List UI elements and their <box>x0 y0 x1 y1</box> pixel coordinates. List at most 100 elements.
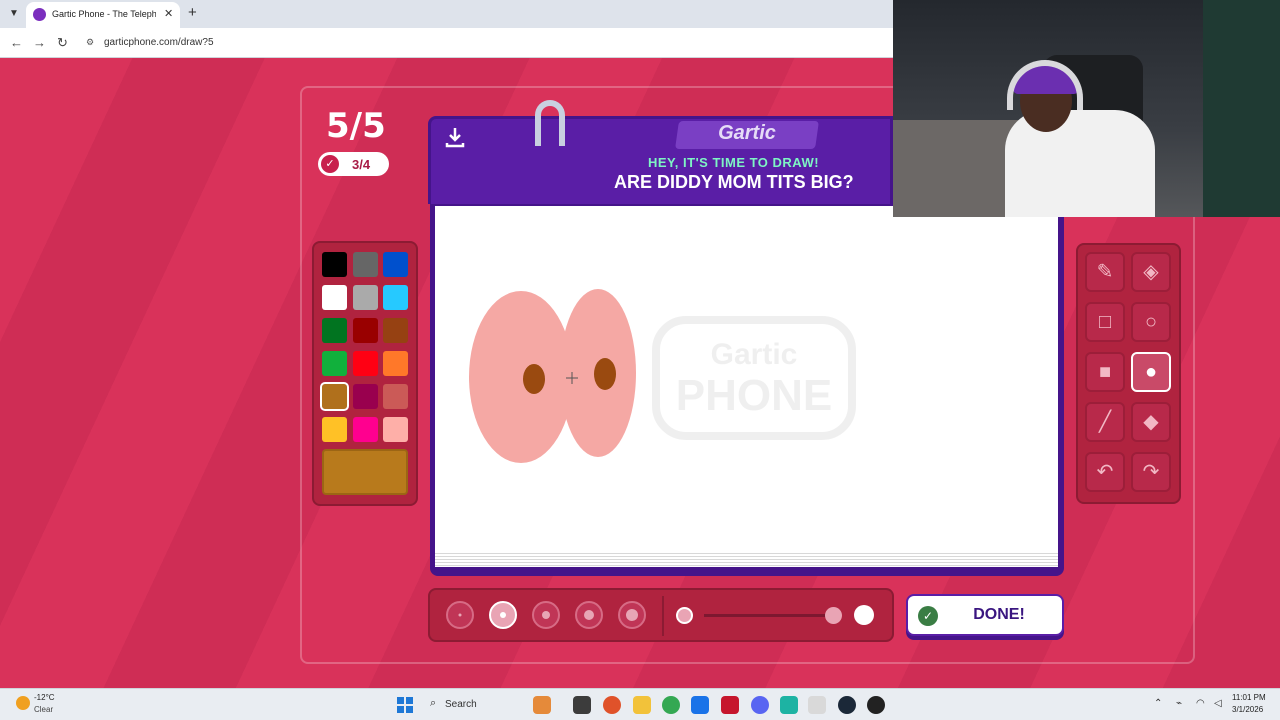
clock-time: 11:01 PM <box>1232 693 1266 702</box>
line-icon[interactable]: ╱ <box>1085 402 1125 442</box>
browser-tab[interactable]: Gartic Phone - The Telephone G ✕ <box>26 2 180 28</box>
site-info-icon[interactable]: ⚙ <box>86 37 94 48</box>
undo-icon[interactable]: ↶ <box>1085 452 1125 492</box>
chevron-down-icon[interactable]: ▼ <box>6 6 22 22</box>
steam-icon[interactable] <box>838 696 856 714</box>
chevron-up-icon[interactable]: ⌃ <box>1154 698 1162 709</box>
color-swatch[interactable] <box>352 318 378 343</box>
rectangle-outline-icon[interactable]: □ <box>1085 302 1125 342</box>
download-icon[interactable] <box>443 125 467 149</box>
tab-title: Gartic Phone - The Telephone G <box>52 9 156 19</box>
opacity-slider[interactable] <box>704 614 840 617</box>
clipboard-clip <box>535 100 565 146</box>
taskbar-app-icon[interactable] <box>780 696 798 714</box>
weather-desc: Clear <box>34 705 54 714</box>
taskbar-search[interactable]: ⌕ Search <box>422 694 522 716</box>
taskbar-app-icon[interactable] <box>691 696 709 714</box>
canvas-page-edge <box>435 551 1058 567</box>
windows-taskbar: -12°C Clear ⌕ Search ⌃ ⌁ ◠ ◁ 11:01 PM 3/… <box>0 688 1280 720</box>
color-swatch[interactable] <box>383 285 408 310</box>
taskbar-app-icon[interactable] <box>867 696 885 714</box>
brush-size-button[interactable] <box>532 601 560 629</box>
url-field[interactable]: garticphone.com/draw?5 <box>104 37 214 48</box>
current-color-preview[interactable] <box>322 449 408 495</box>
clock-date: 3/1/2026 <box>1232 705 1264 714</box>
brush-size-button[interactable] <box>489 601 517 629</box>
color-swatch[interactable] <box>322 285 347 310</box>
color-swatch[interactable] <box>322 417 347 442</box>
discord-icon[interactable] <box>751 696 769 714</box>
players-done-badge: ✓ 3/4 <box>318 152 389 176</box>
done-button[interactable]: ✓ DONE! <box>906 594 1064 636</box>
color-swatch[interactable] <box>383 318 408 343</box>
close-icon[interactable]: ✕ <box>164 7 173 20</box>
eraser-icon[interactable]: ◈ <box>1131 252 1171 292</box>
browser-tabstrip: ▼ Gartic Phone - The Telephone G ✕ + <box>0 0 893 28</box>
color-swatch[interactable] <box>352 384 378 409</box>
brush-size-button[interactable] <box>575 601 603 629</box>
opacity-high-icon <box>854 605 874 625</box>
drawn-left-shape <box>469 291 573 463</box>
bucket-fill-icon[interactable]: ◆ <box>1131 402 1171 442</box>
color-swatch[interactable] <box>322 252 347 277</box>
weather-icon[interactable] <box>16 696 30 710</box>
color-swatch[interactable] <box>352 417 378 442</box>
reload-icon[interactable]: ↻ <box>57 35 68 51</box>
options-divider <box>662 596 664 636</box>
address-bar: ← → ↻ ⚙ garticphone.com/draw?5 <box>0 28 893 58</box>
color-swatch[interactable] <box>322 351 347 376</box>
color-swatch[interactable] <box>352 285 378 310</box>
brush-size-dot <box>500 612 506 618</box>
gartic-favicon-icon <box>33 8 46 21</box>
drawn-left-dot <box>523 364 545 394</box>
ellipse-fill-icon[interactable]: ● <box>1131 352 1171 392</box>
gartic-logo: Gartic <box>718 122 776 144</box>
color-swatch[interactable] <box>320 382 349 411</box>
taskbar-app-icon[interactable] <box>721 696 739 714</box>
ellipse-outline-icon[interactable]: ○ <box>1131 302 1171 342</box>
check-icon: ✓ <box>321 155 339 173</box>
taskbar-app-icon[interactable] <box>533 696 551 714</box>
webcam-curtain <box>1203 0 1280 217</box>
forward-icon[interactable]: → <box>33 35 46 50</box>
search-icon: ⌕ <box>430 697 437 709</box>
plus-icon[interactable]: + <box>188 4 197 21</box>
folder-icon[interactable] <box>633 696 651 714</box>
brush-size-dot <box>542 611 550 619</box>
prompt-text: ARE DIDDY MOM TITS BIG? <box>614 172 854 192</box>
brush-size-dot <box>584 610 594 620</box>
round-counter: 5/5 <box>326 106 386 146</box>
chrome-icon[interactable] <box>662 696 680 714</box>
network-icon[interactable]: ⌁ <box>1176 698 1182 709</box>
drawn-right-dot <box>594 358 616 390</box>
color-swatch[interactable] <box>352 252 378 277</box>
webcam-overlay <box>893 0 1280 217</box>
done-label: DONE! <box>973 606 1025 623</box>
weather-temp: -12°C <box>34 693 55 702</box>
brush-size-dot <box>458 613 462 617</box>
color-swatch[interactable] <box>383 351 408 376</box>
pencil-icon[interactable]: ✎ <box>1085 252 1125 292</box>
search-label: Search <box>445 699 477 710</box>
taskbar-app-icon[interactable] <box>808 696 826 714</box>
volume-icon[interactable]: ◁ <box>1214 698 1222 709</box>
brush-size-button[interactable] <box>446 601 474 629</box>
prompt-label: HEY, IT'S TIME TO DRAW! <box>648 155 820 170</box>
color-swatch[interactable] <box>322 318 347 343</box>
drawing-content <box>469 289 636 463</box>
color-swatch[interactable] <box>383 417 408 442</box>
brush-size-button[interactable] <box>618 601 646 629</box>
rectangle-fill-icon[interactable]: ■ <box>1085 352 1125 392</box>
taskbar-app-icon[interactable] <box>603 696 621 714</box>
color-swatch[interactable] <box>383 252 408 277</box>
wifi-icon[interactable]: ◠ <box>1196 698 1205 709</box>
opacity-low-icon <box>676 607 693 624</box>
players-done-count: 3/4 <box>352 157 371 172</box>
color-swatch[interactable] <box>352 351 378 376</box>
windows-start-icon[interactable] <box>397 697 413 713</box>
back-icon[interactable]: ← <box>10 35 23 50</box>
webcam-person-body <box>1005 110 1155 217</box>
taskbar-app-icon[interactable] <box>573 696 591 714</box>
color-swatch[interactable] <box>383 384 408 409</box>
redo-icon[interactable]: ↷ <box>1131 452 1171 492</box>
